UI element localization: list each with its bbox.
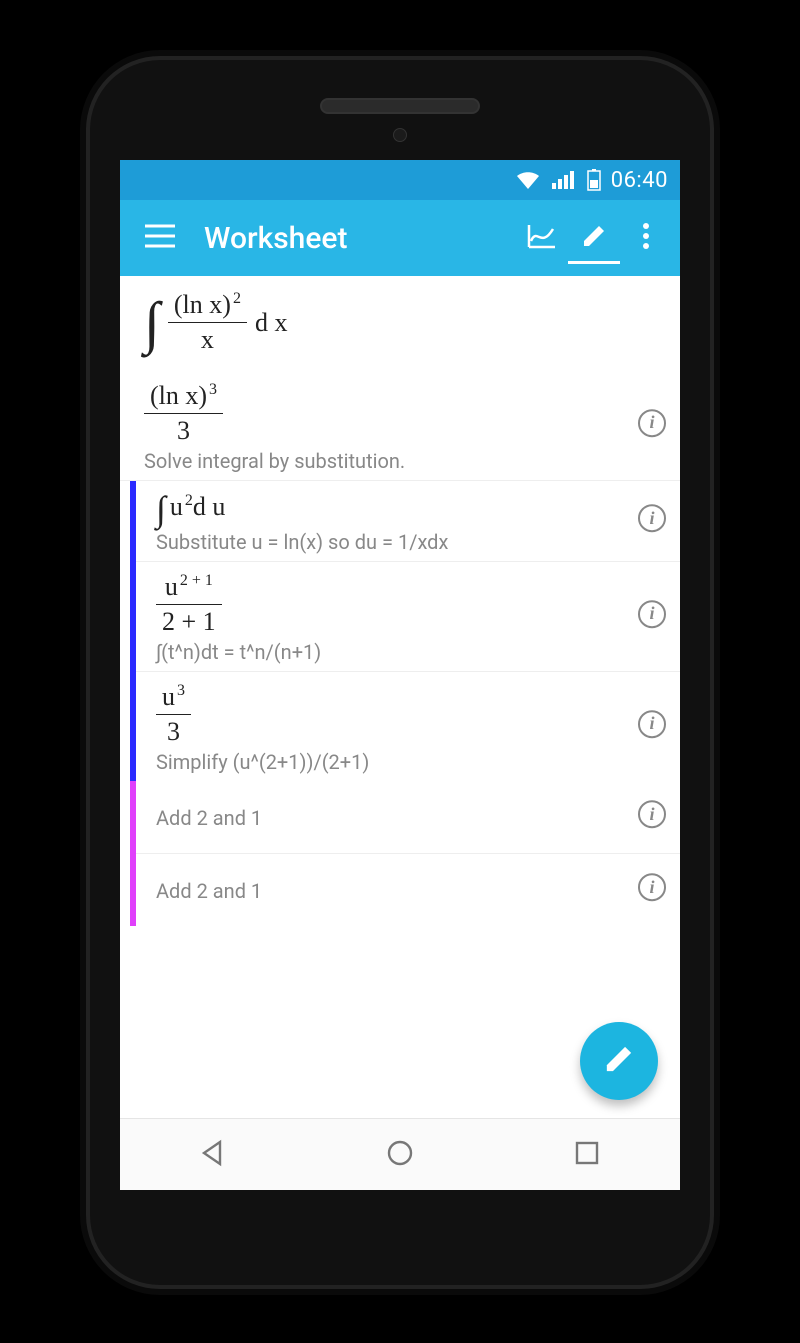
- substep-2-info-button[interactable]: i: [638, 873, 666, 901]
- step-3-num-base: u: [162, 682, 175, 711]
- step-3-info-button[interactable]: i: [638, 710, 666, 738]
- nav-back-button[interactable]: [173, 1131, 253, 1179]
- problem-diff: d x: [255, 308, 288, 338]
- step-2-info-button[interactable]: i: [638, 600, 666, 628]
- pencil-icon: [602, 1042, 636, 1080]
- step-2-den: 2 + 1: [156, 607, 222, 637]
- info-icon: i: [638, 504, 666, 532]
- graph-button[interactable]: [516, 212, 568, 264]
- step-3-caption: Simplify (u^(2+1))/(2+1): [156, 749, 610, 775]
- hamburger-icon: [145, 224, 175, 252]
- step-1-caption: Substitute u = ln(x) so du = 1/xdx: [156, 529, 610, 555]
- nav-home-button[interactable]: [360, 1131, 440, 1179]
- step-3-num-exp: 3: [177, 682, 185, 699]
- worksheet-content[interactable]: ∫ (ln x)2 x d x (ln x)3 3 Solve integral…: [120, 276, 680, 1118]
- info-icon: i: [638, 600, 666, 628]
- result-info-button[interactable]: i: [638, 409, 666, 437]
- step-2-caption: ∫(t^n)dt = t^n/(n+1): [156, 639, 610, 665]
- problem-den: x: [195, 325, 220, 355]
- edit-button[interactable]: [568, 212, 620, 264]
- step-3-row[interactable]: u3 3 Simplify (u^(2+1))/(2+1) i: [136, 672, 680, 781]
- info-icon: i: [638, 800, 666, 828]
- recent-icon: [573, 1139, 601, 1171]
- step-3-den: 3: [161, 717, 186, 747]
- step-1-int: ∫: [156, 491, 166, 527]
- problem-expression: ∫ (ln x)2 x d x: [120, 276, 680, 371]
- app-bar: Worksheet: [120, 200, 680, 276]
- system-nav-bar: [120, 1118, 680, 1190]
- more-vert-icon: [642, 222, 650, 254]
- phone-sensor: [393, 128, 407, 142]
- substep-1-caption: Add 2 and 1: [156, 805, 610, 831]
- menu-button[interactable]: [134, 212, 186, 264]
- step-1-info-button[interactable]: i: [638, 504, 666, 532]
- substep-1-info-button[interactable]: i: [638, 800, 666, 828]
- step-1-row[interactable]: ∫u2d u Substitute u = ln(x) so du = 1/xd…: [136, 481, 680, 562]
- result-num-base: (ln x): [150, 381, 207, 410]
- phone-frame: 06:40 Worksheet: [90, 60, 710, 1285]
- step-1-suffix: d u: [193, 492, 226, 521]
- home-icon: [385, 1138, 415, 1172]
- substep-2-row[interactable]: Add 2 and 1 i: [136, 854, 680, 926]
- problem-num-base: (ln x): [174, 290, 231, 319]
- status-bar: 06:40: [120, 160, 680, 200]
- phone-earpiece: [320, 98, 480, 114]
- result-row[interactable]: (ln x)3 3 Solve integral by substitution…: [120, 371, 680, 481]
- step-2-row[interactable]: u2 + 1 2 + 1 ∫(t^n)dt = t^n/(n+1) i: [136, 562, 680, 672]
- step-group-simplify: Add 2 and 1 i Add 2 and 1 i: [130, 781, 680, 926]
- info-icon: i: [638, 710, 666, 738]
- step-group-substitution: ∫u2d u Substitute u = ln(x) so du = 1/xd…: [130, 481, 680, 781]
- problem-num-exp: 2: [233, 290, 241, 307]
- signal-icon: [551, 170, 577, 190]
- info-icon: i: [638, 873, 666, 901]
- result-num-exp: 3: [209, 381, 217, 398]
- substep-2-caption: Add 2 and 1: [156, 878, 610, 904]
- status-clock: 06:40: [611, 168, 668, 193]
- step-2-num-exp: 2 + 1: [180, 572, 213, 589]
- nav-recent-button[interactable]: [547, 1131, 627, 1179]
- fab-new-problem[interactable]: [580, 1022, 658, 1100]
- substep-1-row[interactable]: Add 2 and 1 i: [136, 781, 680, 854]
- appbar-title: Worksheet: [204, 221, 516, 256]
- back-icon: [198, 1138, 228, 1172]
- overflow-button[interactable]: [620, 212, 672, 264]
- result-den: 3: [171, 416, 196, 446]
- result-caption: Solve integral by substitution.: [144, 448, 610, 474]
- pencil-icon: [580, 222, 608, 254]
- battery-icon: [587, 169, 601, 191]
- info-icon: i: [638, 409, 666, 437]
- step-1-exp: 2: [185, 492, 193, 509]
- graph-icon: [527, 223, 557, 253]
- step-1-base: u: [170, 492, 183, 521]
- step-2-num-base: u: [165, 572, 178, 601]
- wifi-icon: [515, 170, 541, 190]
- screen: 06:40 Worksheet: [120, 160, 680, 1190]
